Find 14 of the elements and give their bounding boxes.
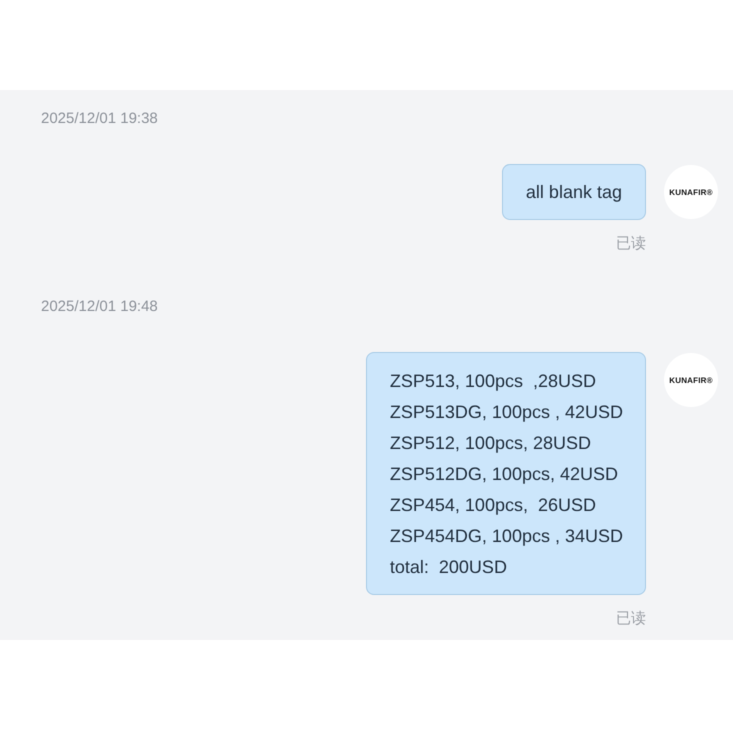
message-timestamp: 2025/12/01 19:38: [41, 109, 158, 129]
message-line: total: 200USD: [390, 556, 508, 579]
read-status: 已读: [616, 608, 646, 628]
message-line: ZSP454, 100pcs, 26USD: [390, 494, 597, 517]
read-status: 已读: [616, 233, 646, 253]
message-timestamp: 2025/12/01 19:48: [41, 297, 158, 317]
avatar-logo: KUNAFIR®: [669, 188, 713, 196]
message-line: all blank tag: [526, 181, 622, 204]
message-line: ZSP513DG, 100pcs , 42USD: [390, 401, 623, 424]
message-line: ZSP513, 100pcs ,28USD: [390, 370, 597, 393]
message-line: ZSP454DG, 100pcs , 34USD: [390, 525, 623, 548]
avatar-logo: KUNAFIR®: [669, 376, 713, 384]
message-line: ZSP512, 100pcs, 28USD: [390, 432, 592, 455]
message-line: ZSP512DG, 100pcs, 42USD: [390, 463, 619, 486]
